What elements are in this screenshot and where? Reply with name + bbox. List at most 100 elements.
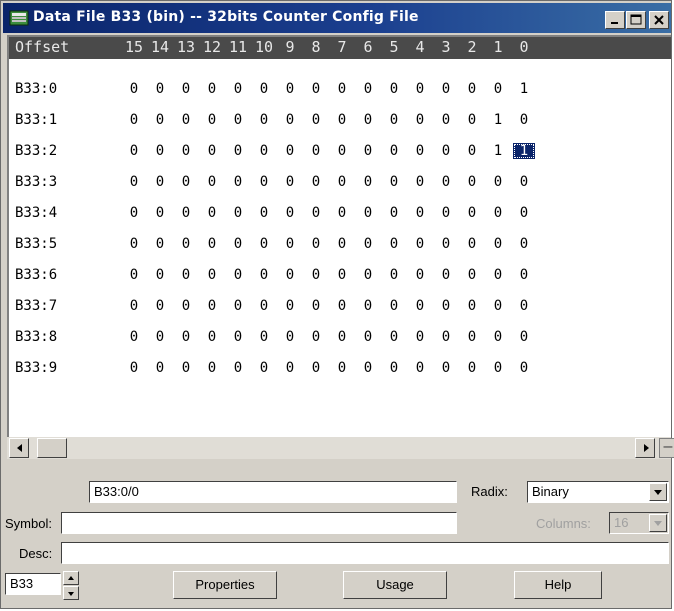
- bit-cell[interactable]: 0: [513, 298, 535, 314]
- bit-cell[interactable]: 0: [175, 267, 197, 283]
- bit-cell[interactable]: 0: [409, 360, 431, 376]
- bit-cell[interactable]: 1: [513, 81, 535, 97]
- bit-cell[interactable]: 0: [305, 205, 327, 221]
- bit-cell[interactable]: 0: [461, 205, 483, 221]
- bit-cell[interactable]: 0: [175, 236, 197, 252]
- bit-cell[interactable]: 0: [227, 298, 249, 314]
- bit-cell[interactable]: 0: [201, 81, 223, 97]
- bit-cell[interactable]: 0: [149, 112, 171, 128]
- bit-cell[interactable]: 0: [383, 236, 405, 252]
- bit-cell[interactable]: 0: [227, 205, 249, 221]
- bit-cell[interactable]: 0: [123, 267, 145, 283]
- bit-cell[interactable]: 0: [383, 329, 405, 345]
- bit-cell[interactable]: 0: [253, 267, 275, 283]
- bit-cell[interactable]: 0: [123, 236, 145, 252]
- bit-cell[interactable]: 0: [123, 329, 145, 345]
- maximize-button[interactable]: [626, 11, 646, 29]
- file-number-field[interactable]: B33: [5, 573, 61, 595]
- bit-cell[interactable]: 0: [357, 174, 379, 190]
- bit-cell[interactable]: 0: [149, 205, 171, 221]
- radix-dropdown-button[interactable]: [649, 483, 667, 501]
- bit-cell[interactable]: 0: [175, 174, 197, 190]
- bit-cell[interactable]: 0: [279, 81, 301, 97]
- bit-cell[interactable]: 0: [253, 360, 275, 376]
- bit-cell[interactable]: 0: [305, 360, 327, 376]
- spinner-down-button[interactable]: [63, 586, 79, 600]
- bit-cell[interactable]: 0: [513, 360, 535, 376]
- desc-field[interactable]: [61, 542, 669, 564]
- bit-cell[interactable]: 0: [331, 112, 353, 128]
- bit-cell[interactable]: 0: [513, 205, 535, 221]
- bit-cell[interactable]: 0: [357, 112, 379, 128]
- bit-cell[interactable]: 0: [227, 81, 249, 97]
- bit-cell[interactable]: 0: [149, 236, 171, 252]
- split-handle[interactable]: –: [659, 438, 674, 458]
- bit-cell[interactable]: 0: [227, 112, 249, 128]
- bit-cell[interactable]: 0: [331, 360, 353, 376]
- bit-cell[interactable]: 0: [357, 205, 379, 221]
- bit-cell[interactable]: 0: [253, 298, 275, 314]
- bit-cell[interactable]: 0: [357, 329, 379, 345]
- bit-cell[interactable]: 0: [487, 360, 509, 376]
- bit-cell[interactable]: 0: [487, 236, 509, 252]
- bit-cell[interactable]: 0: [253, 236, 275, 252]
- bit-cell[interactable]: 0: [123, 112, 145, 128]
- bit-cell[interactable]: 0: [123, 205, 145, 221]
- bit-cell[interactable]: 0: [383, 174, 405, 190]
- bit-cell[interactable]: 0: [461, 360, 483, 376]
- bit-cell[interactable]: 0: [331, 174, 353, 190]
- bit-cell[interactable]: 0: [305, 81, 327, 97]
- bit-cell[interactable]: 0: [461, 267, 483, 283]
- bit-cell[interactable]: 0: [279, 298, 301, 314]
- bit-cell[interactable]: 0: [513, 112, 535, 128]
- bit-cell[interactable]: 0: [331, 81, 353, 97]
- bit-cell[interactable]: 0: [201, 205, 223, 221]
- bit-cell[interactable]: 0: [227, 174, 249, 190]
- bit-cell[interactable]: 0: [383, 81, 405, 97]
- bit-cell[interactable]: 0: [279, 236, 301, 252]
- address-field[interactable]: B33:0/0: [89, 481, 457, 503]
- bit-cell[interactable]: 0: [123, 360, 145, 376]
- bit-cell[interactable]: 0: [279, 205, 301, 221]
- bit-cell[interactable]: 0: [357, 360, 379, 376]
- bit-cell[interactable]: 0: [227, 143, 249, 159]
- bit-cell[interactable]: 0: [461, 174, 483, 190]
- spinner-up-button[interactable]: [63, 571, 79, 585]
- bit-cell[interactable]: 0: [435, 236, 457, 252]
- bit-cell[interactable]: 0: [383, 143, 405, 159]
- properties-button[interactable]: Properties: [173, 571, 277, 599]
- bit-cell[interactable]: 0: [175, 360, 197, 376]
- bit-cell[interactable]: 0: [513, 236, 535, 252]
- bit-cell[interactable]: 0: [175, 205, 197, 221]
- bit-cell[interactable]: 0: [175, 298, 197, 314]
- bit-cell[interactable]: 0: [487, 267, 509, 283]
- bit-cell[interactable]: 0: [487, 298, 509, 314]
- bit-cell[interactable]: 0: [201, 236, 223, 252]
- bit-cell[interactable]: 0: [149, 81, 171, 97]
- bit-cell[interactable]: 0: [409, 112, 431, 128]
- scroll-right-button[interactable]: [635, 438, 655, 458]
- bit-cell[interactable]: 0: [435, 112, 457, 128]
- bit-cell[interactable]: 0: [175, 81, 197, 97]
- bit-cell[interactable]: 0: [409, 329, 431, 345]
- bit-cell[interactable]: 0: [461, 329, 483, 345]
- bit-cell[interactable]: 0: [487, 174, 509, 190]
- bit-cell[interactable]: 0: [279, 112, 301, 128]
- radix-select[interactable]: Binary: [527, 481, 669, 503]
- bit-cell[interactable]: 0: [409, 81, 431, 97]
- bit-cell[interactable]: 0: [279, 143, 301, 159]
- bit-cell[interactable]: 0: [227, 329, 249, 345]
- bit-cell[interactable]: 0: [461, 236, 483, 252]
- bit-cell[interactable]: 0: [279, 360, 301, 376]
- bit-cell[interactable]: 0: [305, 112, 327, 128]
- bit-cell[interactable]: 0: [331, 267, 353, 283]
- bit-cell[interactable]: 0: [383, 205, 405, 221]
- bit-cell[interactable]: 0: [253, 329, 275, 345]
- bit-cell[interactable]: 0: [513, 329, 535, 345]
- bit-cell[interactable]: 0: [409, 205, 431, 221]
- bit-cell[interactable]: 0: [305, 174, 327, 190]
- bit-cell[interactable]: 0: [253, 174, 275, 190]
- bit-cell[interactable]: 0: [409, 236, 431, 252]
- bit-cell[interactable]: 0: [149, 143, 171, 159]
- usage-button[interactable]: Usage: [343, 571, 447, 599]
